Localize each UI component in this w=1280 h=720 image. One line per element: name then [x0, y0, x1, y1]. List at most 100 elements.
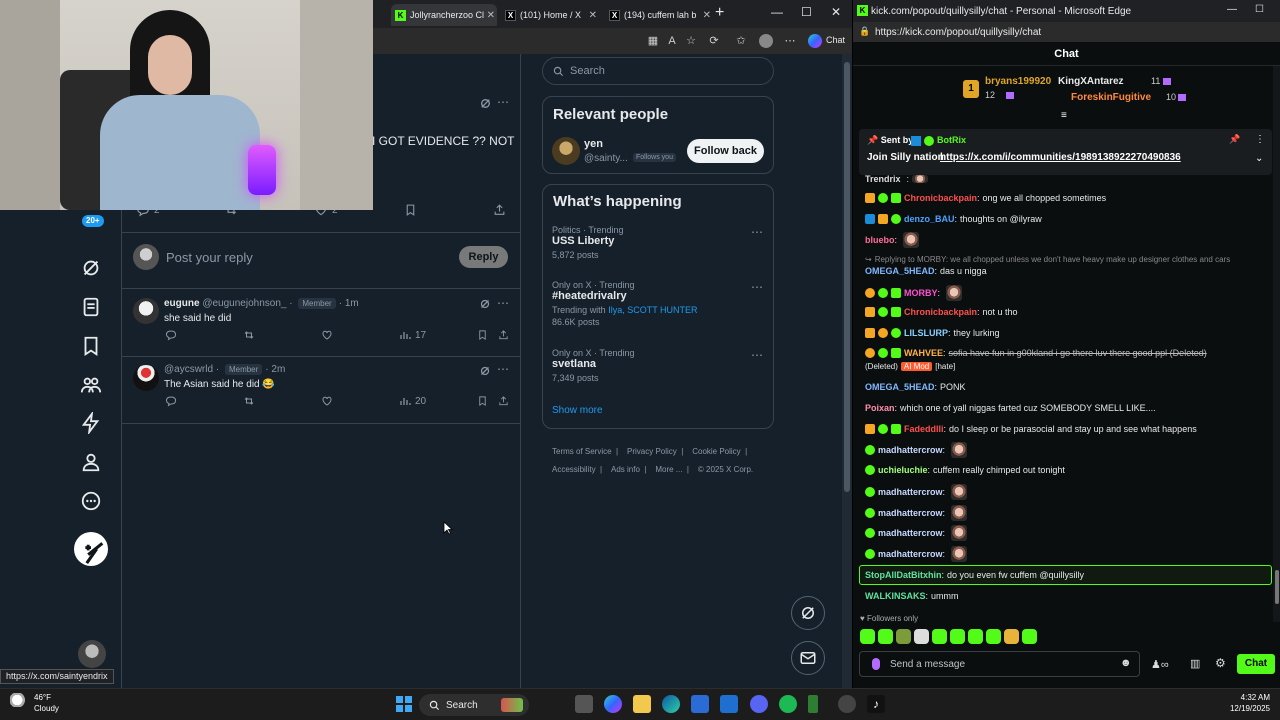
chat-username[interactable]: StopAllDatBitxhin — [865, 570, 942, 580]
heart-icon[interactable] — [321, 329, 333, 341]
repost-icon[interactable] — [243, 395, 255, 407]
tab-x-post[interactable]: X (194) cuffem lah b ✕ — [605, 4, 713, 26]
search-input[interactable]: Search — [542, 57, 774, 85]
discord-icon[interactable] — [750, 695, 768, 713]
edge-browser-icon[interactable] — [662, 695, 680, 713]
footer-link[interactable]: Accessibility — [552, 465, 596, 474]
messages-fab-button[interactable] — [791, 641, 825, 675]
close-tab-icon[interactable]: ✕ — [487, 10, 495, 21]
bookmark-icon[interactable] — [477, 329, 488, 341]
chat-username[interactable]: madhattercrow — [878, 487, 943, 497]
reply-handle[interactable]: @eugunejohnson_ — [202, 298, 286, 309]
reply-avatar[interactable] — [133, 365, 159, 391]
chat-username[interactable]: bluebo — [865, 235, 895, 245]
more-menu-icon[interactable]: ⋯ — [783, 34, 797, 48]
grok-fab-button[interactable] — [791, 596, 825, 630]
emote-icon[interactable] — [878, 629, 893, 644]
chat-username[interactable]: uchieluchie — [878, 465, 928, 475]
reply-handle[interactable]: @aycswrld — [164, 364, 213, 375]
chat-username[interactable]: Chronicbackpain — [904, 307, 977, 317]
chevron-down-icon[interactable]: ⌄ — [1255, 153, 1263, 164]
chat-username[interactable]: WALKINSAKS — [865, 591, 926, 601]
favorite-star-icon[interactable]: ☆ — [684, 34, 698, 48]
reply-to-text[interactable]: Replying to MORBY: we all chopped unless… — [875, 255, 1231, 264]
reply-button[interactable]: Reply — [459, 246, 508, 268]
emote-icon[interactable] — [914, 629, 929, 644]
task-view-icon[interactable] — [575, 695, 593, 713]
emote-icon[interactable] — [860, 629, 875, 644]
chat-username[interactable]: LILSLURP — [904, 328, 948, 338]
split-screen-icon[interactable]: ▦ — [646, 34, 660, 48]
reply-time[interactable]: 1m — [345, 298, 359, 309]
chat-username[interactable]: MORBY — [904, 288, 938, 298]
grok-analyze-icon[interactable] — [479, 365, 491, 377]
chat-username[interactable]: denzo_BAU — [904, 214, 955, 224]
pinned-link[interactable]: https://x.com/i/communities/198913892227… — [940, 152, 1181, 163]
viewers-icon[interactable]: ♟∞ — [1151, 658, 1169, 671]
maximize-icon[interactable]: ☐ — [1255, 4, 1264, 15]
views-action[interactable]: 17 — [399, 329, 426, 341]
spotify-icon[interactable] — [779, 695, 797, 713]
system-clock[interactable]: 4:32 AM 12/19/2025 — [1190, 692, 1270, 714]
gifter-name[interactable]: bryans199920 — [985, 76, 1051, 87]
file-explorer-icon[interactable] — [633, 695, 651, 713]
trend-more-icon[interactable]: ⋯ — [751, 348, 764, 362]
copilot-label[interactable]: Chat — [826, 35, 845, 45]
emote-icon[interactable] — [986, 629, 1001, 644]
microsoft-store-icon[interactable] — [691, 695, 709, 713]
communities-icon[interactable] — [80, 374, 102, 396]
kick-app-icon[interactable] — [808, 695, 818, 713]
reply-avatar[interactable] — [133, 298, 159, 324]
heart-icon[interactable] — [321, 395, 333, 407]
chat-username[interactable]: OMEGA_5HEAD — [865, 382, 935, 392]
minimize-icon[interactable]: — — [1227, 4, 1237, 15]
store-icon[interactable]: ▥ — [1190, 657, 1200, 670]
emote-icon[interactable] — [1022, 629, 1037, 644]
tab-kick[interactable]: K Jollyrancherzoo Cl ✕ — [391, 4, 497, 26]
pinned-more-icon[interactable]: ⋮ — [1255, 134, 1265, 145]
new-tab-button[interactable]: + — [715, 4, 724, 22]
chat-username[interactable]: Fadeddlli — [904, 424, 944, 434]
reply-more-icon[interactable]: ⋯ — [497, 362, 510, 376]
gifter-name[interactable]: KingXAntarez — [1058, 76, 1124, 87]
chat-scrollbar[interactable] — [1273, 66, 1280, 622]
copilot-icon[interactable] — [808, 34, 822, 48]
obs-icon[interactable] — [838, 695, 856, 713]
footer-link[interactable]: More ... — [655, 465, 682, 474]
show-more-link[interactable]: Show more — [552, 405, 603, 416]
reply-author[interactable]: eugune — [164, 298, 200, 309]
trend-item[interactable]: Politics · Trending USS Liberty 5,872 po… — [552, 225, 624, 260]
outlook-icon[interactable] — [720, 695, 738, 713]
share-icon[interactable] — [498, 395, 509, 407]
person-name[interactable]: yen — [584, 138, 603, 150]
close-window-icon[interactable]: ✕ — [831, 5, 841, 19]
tiktok-icon[interactable]: ♪ — [867, 695, 885, 713]
post-more-icon[interactable]: ⋯ — [497, 95, 510, 109]
chat-username[interactable]: madhattercrow — [878, 549, 943, 559]
taskbar-search[interactable]: Search — [419, 694, 529, 716]
chat-username[interactable]: Poixan — [865, 403, 895, 413]
profile-icon[interactable] — [80, 451, 102, 473]
emoji-picker-icon[interactable]: ☻ — [1120, 657, 1132, 669]
chat-username[interactable]: Trendrix — [865, 174, 901, 184]
chat-username[interactable]: madhattercrow — [878, 508, 943, 518]
bookmark-icon[interactable] — [404, 203, 417, 217]
account-avatar[interactable] — [78, 640, 106, 668]
copilot-app-icon[interactable] — [604, 695, 622, 713]
trend-item[interactable]: Only on X · Trending #heatedrivalry Tren… — [552, 280, 698, 327]
footer-link[interactable]: Terms of Service — [552, 447, 612, 456]
premium-lightning-icon[interactable] — [80, 412, 102, 434]
read-aloud-icon[interactable]: A — [665, 34, 679, 48]
trend-more-icon[interactable]: ⋯ — [751, 225, 764, 239]
chevron-down-icon[interactable]: ≡ — [1061, 110, 1067, 121]
follow-back-button[interactable]: Follow back — [687, 139, 764, 163]
footer-link[interactable]: Cookie Policy — [692, 447, 740, 456]
address-bar[interactable]: 🔒 https://kick.com/popout/quillysilly/ch… — [853, 22, 1280, 42]
chat-username[interactable]: Chronicbackpain — [904, 193, 977, 203]
emote-icon[interactable] — [950, 629, 965, 644]
chat-scrollbar-thumb[interactable] — [1275, 570, 1279, 604]
pinned-sender[interactable]: BotRix — [937, 135, 966, 145]
reply-input[interactable]: Post your reply — [166, 250, 253, 265]
weather-widget[interactable]: 46°F Cloudy — [10, 692, 59, 714]
emote-icon[interactable] — [896, 629, 911, 644]
